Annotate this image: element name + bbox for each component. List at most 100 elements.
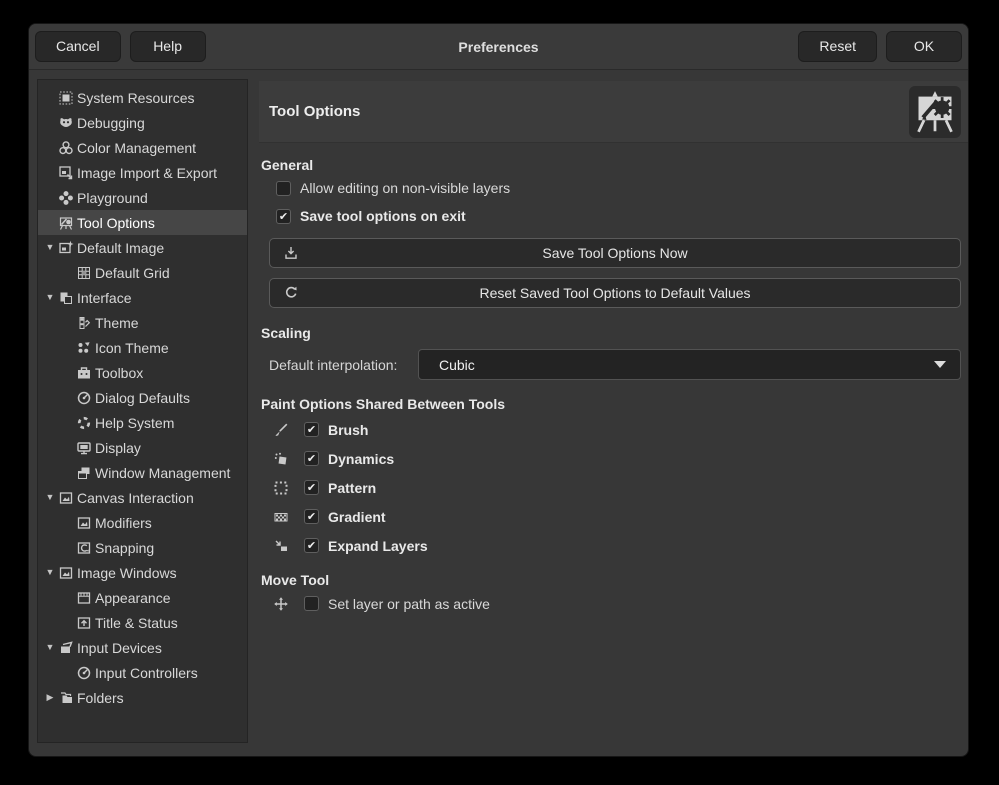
sidebar-item-theme[interactable]: Theme (38, 310, 247, 335)
sidebar-item-label: Default Grid (95, 265, 170, 281)
window-stack-icon (76, 465, 92, 481)
sidebar-item-toolbox[interactable]: Toolbox (38, 360, 247, 385)
sidebar-item-label: Playground (77, 190, 148, 206)
image-import-icon (58, 165, 74, 181)
help-button[interactable]: Help (130, 31, 206, 62)
sidebar-item-playground[interactable]: Playground (38, 185, 247, 210)
canvas-image-icon (58, 565, 74, 581)
checkbox-gradient[interactable]: ✔ (304, 509, 319, 524)
paint-options-list: ✔Brush✔Dynamics✔Pattern✔Gradient✔Expand … (259, 415, 969, 560)
sidebar-item-folders[interactable]: ▶ Folders (38, 685, 247, 710)
sidebar-item-label: Default Image (77, 240, 164, 256)
sidebar-item-default-grid[interactable]: Default Grid (38, 260, 247, 285)
image-star-icon (58, 240, 74, 256)
cancel-button[interactable]: Cancel (35, 31, 121, 62)
sidebar-item-debugging[interactable]: Debugging (38, 110, 247, 135)
sidebar-item-label: Toolbox (95, 365, 143, 381)
theme-icon (76, 315, 92, 331)
option-label: Brush (328, 422, 368, 438)
reset-button[interactable]: Reset (798, 31, 877, 62)
sidebar-item-default-image[interactable]: ▼ Default Image (38, 235, 247, 260)
sidebar-item-window-management[interactable]: Window Management (38, 460, 247, 485)
sidebar-item-label: Folders (77, 690, 124, 706)
tool-option-row-dynamics: ✔Dynamics (259, 444, 969, 473)
section-title-move-tool: Move Tool (259, 571, 969, 589)
sidebar-item-image-windows[interactable]: ▼ Image Windows (38, 560, 247, 585)
sidebar-item-input-devices[interactable]: ▼Input Devices (38, 635, 247, 660)
sidebar-item-label: Tool Options (77, 215, 155, 231)
sidebar-item-title-status[interactable]: Title & Status (38, 610, 247, 635)
checkbox-brush[interactable]: ✔ (304, 422, 319, 437)
sidebar-item-display[interactable]: Display (38, 435, 247, 460)
reset-arrow-icon (283, 285, 299, 301)
interpolation-label: Default interpolation: (269, 357, 397, 373)
option-row-save-tool-options-on-exit: ✔Save tool options on exit (259, 202, 969, 230)
checkbox-allow-editing-on-non-visible-layers[interactable] (276, 181, 291, 196)
wilber-icon (58, 115, 74, 131)
expander-open-icon[interactable]: ▼ (42, 285, 58, 310)
button-label: Save Tool Options Now (542, 245, 687, 261)
ok-button[interactable]: OK (886, 31, 962, 62)
cpu-chip-icon (58, 90, 74, 106)
sidebar-item-modifiers[interactable]: Modifiers (38, 510, 247, 535)
checkmark-icon: ✔ (307, 540, 316, 551)
expander-open-icon[interactable]: ▼ (42, 485, 58, 510)
sidebar-item-label: Display (95, 440, 141, 456)
sidebar-item-label: Modifiers (95, 515, 152, 531)
checkbox-pattern[interactable]: ✔ (304, 480, 319, 495)
tool-option-row-set-layer-or-path-as-active: Set layer or path as active (259, 589, 969, 618)
sidebar-item-label: Image Import & Export (77, 165, 217, 181)
save-tool-options-now-button[interactable]: Save Tool Options Now (269, 238, 961, 268)
checkmark-icon: ✔ (307, 511, 316, 522)
tool-options-panel: Tool Options General Allow editing on no… (259, 81, 969, 618)
sidebar-item-label: Help System (95, 415, 174, 431)
sidebar-item-canvas-interaction[interactable]: ▼Canvas Interaction (38, 485, 247, 510)
reset-saved-tool-options-to-default-values-button[interactable]: Reset Saved Tool Options to Default Valu… (269, 278, 961, 308)
expander-closed-icon[interactable]: ▶ (42, 685, 58, 710)
dial-icon (76, 390, 92, 406)
option-label: Allow editing on non-visible layers (300, 180, 510, 196)
tool-options-actions: Save Tool Options Now Reset Saved Tool Op… (259, 238, 969, 308)
sidebar-item-color-management[interactable]: Color Management (38, 135, 247, 160)
sidebar-item-tool-options[interactable]: Tool Options (38, 210, 247, 235)
preferences-dialog: Cancel Help Preferences Reset OK System … (28, 23, 969, 757)
color-circles-icon (58, 140, 74, 156)
tool-option-row-brush: ✔ Brush (259, 415, 969, 444)
sidebar-item-label: Image Windows (77, 565, 177, 581)
button-label: Reset Saved Tool Options to Default Valu… (479, 285, 750, 301)
checkmark-icon: ✔ (307, 482, 316, 493)
general-options: Allow editing on non-visible layers ✔Save… (259, 174, 969, 230)
expander-open-icon[interactable]: ▼ (42, 235, 58, 260)
canvas-image-icon (58, 490, 74, 506)
sidebar-item-interface[interactable]: ▼ Interface (38, 285, 247, 310)
sidebar-item-appearance[interactable]: Appearance (38, 585, 247, 610)
toolbox-icon (76, 365, 92, 381)
expander-open-icon[interactable]: ▼ (42, 560, 58, 585)
checkbox-save-tool-options-on-exit[interactable]: ✔ (276, 209, 291, 224)
sidebar-item-label: Title & Status (95, 615, 178, 631)
sidebar-item-dialog-defaults[interactable]: Dialog Defaults (38, 385, 247, 410)
interpolation-dropdown[interactable]: Cubic (418, 349, 961, 380)
interpolation-row: Default interpolation: Cubic (269, 349, 961, 380)
sidebar-item-icon-theme[interactable]: Icon Theme (38, 335, 247, 360)
sidebar-item-snapping[interactable]: Snapping (38, 535, 247, 560)
folder-stack-icon (58, 690, 74, 706)
sidebar-item-label: Appearance (95, 590, 171, 606)
sidebar-item-system-resources[interactable]: System Resources (38, 85, 247, 110)
dial-icon (76, 665, 92, 681)
sidebar-item-label: Interface (77, 290, 131, 306)
checkbox-expand-layers[interactable]: ✔ (304, 538, 319, 553)
tool-option-row-pattern: ✔Pattern (259, 473, 969, 502)
expander-open-icon[interactable]: ▼ (42, 635, 58, 660)
sidebar-item-input-controllers[interactable]: Input Controllers (38, 660, 247, 685)
sidebar-item-image-import-export[interactable]: Image Import & Export (38, 160, 247, 185)
easel-icon (909, 86, 961, 138)
sidebar-item-help-system[interactable]: Help System (38, 410, 247, 435)
checkmark-icon: ✔ (279, 211, 288, 222)
preferences-category-list[interactable]: System ResourcesDebuggingColor Managemen… (37, 79, 248, 743)
checkbox-set-layer-or-path-as-active[interactable] (304, 596, 319, 611)
checkbox-dynamics[interactable]: ✔ (304, 451, 319, 466)
expand-layers-icon (273, 538, 289, 554)
section-title-scaling: Scaling (259, 324, 969, 342)
option-label: Gradient (328, 509, 386, 525)
